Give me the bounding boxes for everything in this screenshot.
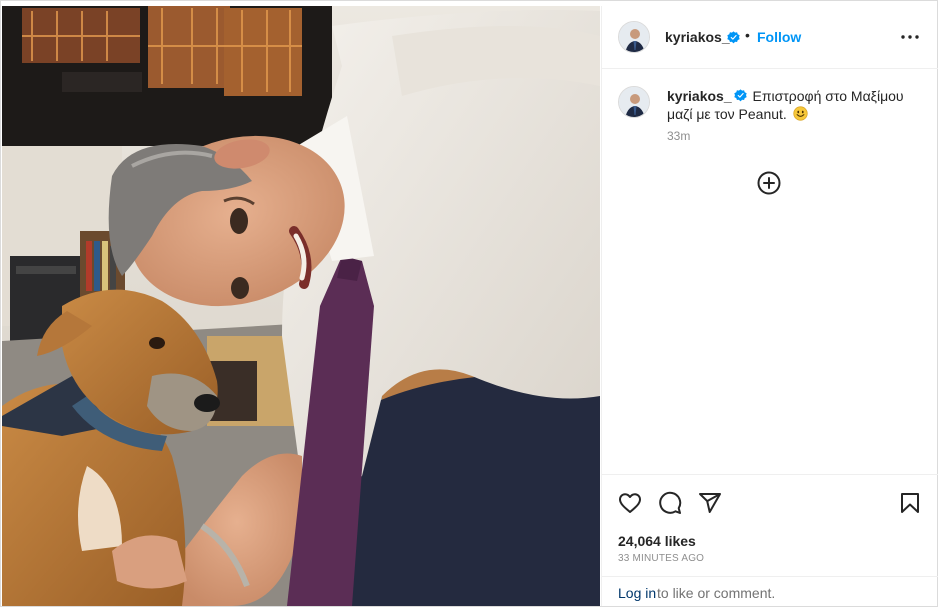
caption-avatar[interactable] [618,86,650,118]
profile-picture [619,87,649,117]
share-icon[interactable] [698,491,722,515]
bookmark-icon[interactable] [898,491,922,515]
separator-dot: • [745,27,750,43]
login-prompt-text: to like or comment. [657,585,776,601]
avatar[interactable] [618,21,650,53]
post-actions: 24,064 likes 33 MINUTES AGO [602,474,938,576]
more-options-icon[interactable] [898,28,922,46]
login-link[interactable]: Log in [618,585,656,601]
username[interactable]: kyriakos_ [665,29,730,45]
profile-picture [619,22,649,52]
caption-text: kyriakos_ Επιστροφή στο Μαξίμου μαζί με … [667,87,925,123]
heart-icon[interactable] [618,491,642,515]
instagram-post-embed: kyriakos_ • Follow kyriakos_ Επιστροφή σ… [0,0,938,607]
caption-username[interactable]: kyriakos_ [667,88,732,104]
smiling-face-emoji-icon [793,106,808,121]
like-count[interactable]: 24,064 likes [618,533,696,549]
add-comment-icon[interactable] [757,171,781,195]
post-timestamp: 33 MINUTES AGO [618,553,705,564]
caption-timestamp: 33m [667,129,691,143]
post-side-panel: kyriakos_ • Follow kyriakos_ Επιστροφή σ… [601,6,938,606]
post-header: kyriakos_ • Follow [602,6,938,69]
verified-badge-icon [727,31,740,44]
login-prompt: Log in to like or comment. [602,576,938,606]
post-photo[interactable] [2,6,600,606]
verified-badge-icon [733,89,747,102]
selfie-with-dog-image [2,6,600,606]
comment-icon[interactable] [658,491,682,515]
follow-button[interactable]: Follow [757,29,801,45]
